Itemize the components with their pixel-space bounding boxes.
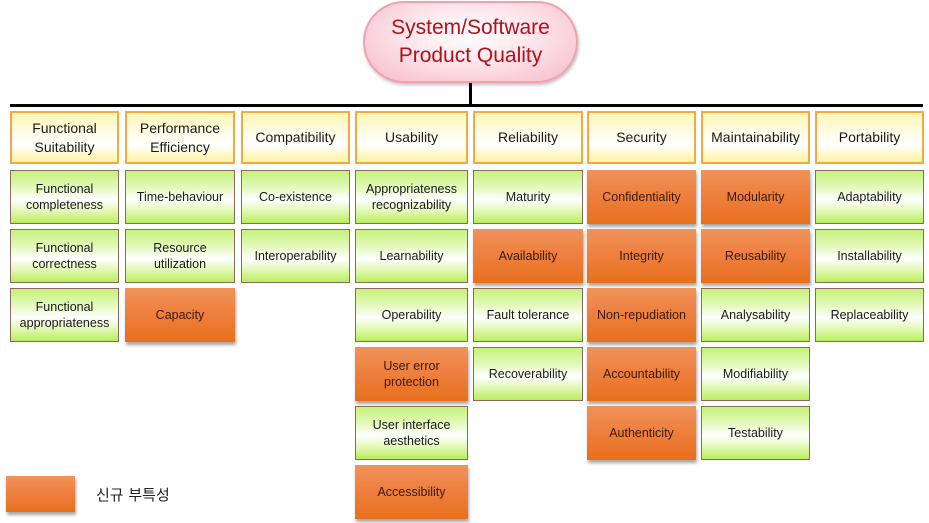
- sub-characteristic-new: Availability: [473, 229, 583, 283]
- sub-characteristic: Replaceability: [815, 288, 924, 342]
- sub-characteristic: Fault tolerance: [473, 288, 583, 342]
- sub-characteristic: Modifiability: [701, 347, 810, 401]
- category-column-usability: Usability Appropriateness recognizability…: [355, 111, 468, 519]
- sub-characteristic-new: Non-repudiation: [587, 288, 696, 342]
- category-column-compatibility: Compatibility Co-existence Interoperabilit…: [241, 111, 350, 283]
- category-header: Security: [587, 111, 696, 164]
- root-title-line2: Product Quality: [398, 44, 543, 67]
- category-header: Functional Suitability: [10, 111, 119, 164]
- sub-characteristic-new: Accountability: [587, 347, 696, 401]
- vertical-connector: [469, 83, 472, 105]
- sub-characteristic: Co-existence: [241, 170, 350, 224]
- sub-characteristic: Interoperability: [241, 229, 350, 283]
- sub-characteristic-new: Accessibility: [355, 465, 468, 519]
- sub-characteristic: Resource utilization: [125, 229, 235, 283]
- category-column-performance-efficiency: Performance Efficiency Time-behaviour Reso…: [125, 111, 235, 342]
- sub-characteristic-new: Confidentiality: [587, 170, 696, 224]
- sub-characteristic-new: Capacity: [125, 288, 235, 342]
- sub-characteristic: Appropriateness recognizability: [355, 170, 468, 224]
- sub-characteristic: Recoverability: [473, 347, 583, 401]
- sub-characteristic: Operability: [355, 288, 468, 342]
- legend-label: 신규 부특성: [96, 486, 170, 504]
- root-node-product-quality: System/Software Product Quality: [363, 1, 578, 83]
- sub-characteristic: Learnability: [355, 229, 468, 283]
- sub-characteristic: Analysability: [701, 288, 810, 342]
- legend-swatch-new: [6, 476, 75, 512]
- sub-characteristic: Functional correctness: [10, 229, 119, 283]
- sub-characteristic: User interface aesthetics: [355, 406, 468, 460]
- sub-characteristic-new: Integrity: [587, 229, 696, 283]
- sub-characteristic: Functional appropriateness: [10, 288, 119, 342]
- category-header: Reliability: [473, 111, 583, 164]
- horizontal-connector: [10, 104, 923, 107]
- sub-characteristic: Adaptability: [815, 170, 924, 224]
- sub-characteristic-new: Modularity: [701, 170, 810, 224]
- category-column-portability: Portability Adaptability Installability Rep…: [815, 111, 924, 342]
- category-header: Maintainability: [701, 111, 810, 164]
- sub-characteristic: Testability: [701, 406, 810, 460]
- category-column-security: Security Confidentiality Integrity Non-repu…: [587, 111, 696, 460]
- sub-characteristic: Time-behaviour: [125, 170, 235, 224]
- sub-characteristic-new: Reusability: [701, 229, 810, 283]
- sub-characteristic: Installability: [815, 229, 924, 283]
- category-column-functional-suitability: Functional Suitability Functional complet…: [10, 111, 119, 342]
- category-header: Compatibility: [241, 111, 350, 164]
- category-column-maintainability: Maintainability Modularity Reusability Anal…: [701, 111, 810, 460]
- category-header: Portability: [815, 111, 924, 164]
- category-header: Performance Efficiency: [125, 111, 235, 164]
- category-column-reliability: Reliability Maturity Availability Fault tol…: [473, 111, 583, 401]
- root-title-line1: System/Software: [391, 16, 550, 39]
- sub-characteristic: Maturity: [473, 170, 583, 224]
- sub-characteristic-new: Authenticity: [587, 406, 696, 460]
- sub-characteristic-new: User error protection: [355, 347, 468, 401]
- sub-characteristic: Functional completeness: [10, 170, 119, 224]
- category-header: Usability: [355, 111, 468, 164]
